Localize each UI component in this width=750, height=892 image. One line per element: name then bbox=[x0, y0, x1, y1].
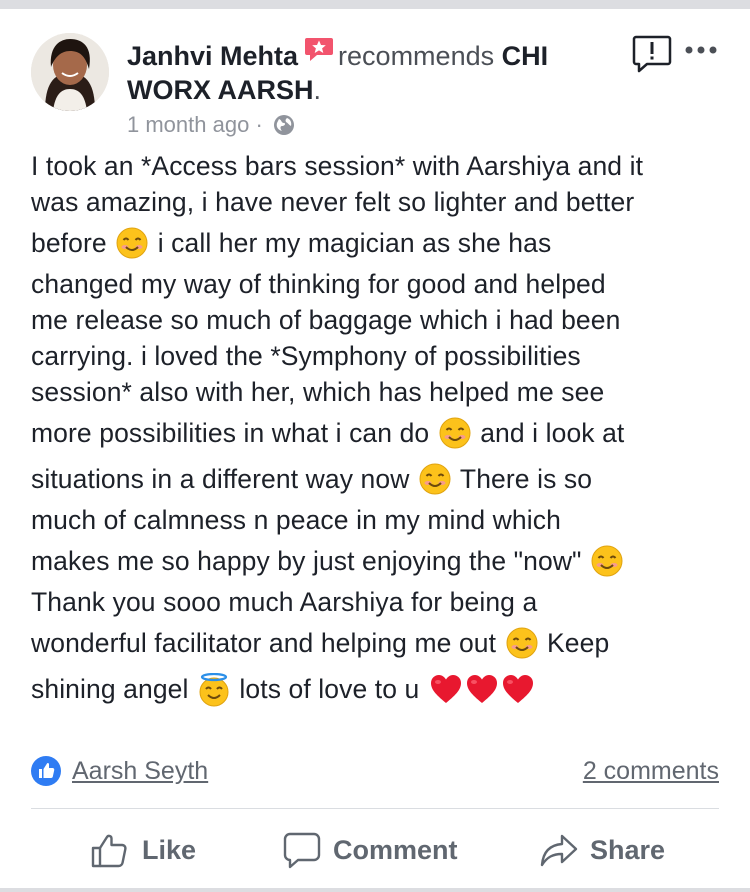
body-text: wonderful facilitator and helping me out bbox=[31, 628, 497, 658]
recommends-verb: recommends bbox=[338, 41, 495, 71]
body-text: There is so bbox=[459, 464, 593, 494]
body-line: carrying. i loved the *Symphony of possi… bbox=[31, 341, 581, 371]
body-line-group: wonderful facilitator and helping me out… bbox=[31, 620, 731, 666]
body-text: shining angel bbox=[31, 674, 189, 704]
body-text: Keep bbox=[547, 628, 610, 658]
meta-separator: · bbox=[255, 112, 263, 137]
post-body: I took an *Access bars session* with Aar… bbox=[31, 148, 731, 712]
actions-divider bbox=[31, 808, 719, 809]
body-line-group: before i call her my magician as she has bbox=[31, 220, 731, 266]
page-name-part1[interactable]: CHI bbox=[502, 41, 549, 71]
body-text: before bbox=[31, 228, 107, 258]
red-heart-emoji-icon bbox=[429, 673, 461, 705]
body-line: much of calmness n peace in my mind whic… bbox=[31, 505, 561, 535]
body-line-group: makes me so happy by just enjoying the "… bbox=[31, 538, 731, 584]
body-line: session* also with her, which has helped… bbox=[31, 377, 605, 407]
body-text: i call her my magician as she has bbox=[157, 228, 552, 258]
smiling-face-emoji-icon bbox=[439, 417, 471, 449]
share-label: Share bbox=[590, 834, 666, 865]
red-heart-emoji-icon bbox=[501, 673, 533, 705]
more-dots-icon[interactable] bbox=[684, 43, 718, 57]
page-name-punct: . bbox=[313, 75, 322, 105]
body-line: I took an *Access bars session* with Aar… bbox=[31, 151, 644, 181]
author-avatar[interactable] bbox=[31, 33, 109, 111]
body-text: and i look at bbox=[480, 418, 625, 448]
body-line: Thank you sooo much Aarshiya for being a bbox=[31, 587, 538, 617]
body-line-group: shining angel lots of love to u bbox=[31, 666, 731, 712]
top-separator bbox=[0, 0, 750, 9]
reactor-name-link[interactable]: Aarsh Seyth bbox=[72, 754, 208, 788]
bottom-separator bbox=[0, 888, 750, 892]
star-recommendation-icon bbox=[304, 36, 334, 62]
post-timestamp[interactable]: 1 month ago bbox=[127, 112, 249, 137]
author-name[interactable]: Janhvi Mehta bbox=[127, 41, 298, 71]
thumbs-up-outline-icon bbox=[91, 834, 127, 868]
share-button[interactable]: Share bbox=[540, 826, 665, 874]
comment-label: Comment bbox=[333, 834, 458, 865]
share-arrow-icon bbox=[540, 834, 578, 867]
smiling-face-emoji-icon bbox=[591, 545, 623, 577]
comment-button[interactable]: Comment bbox=[283, 826, 458, 874]
body-text: makes me so happy by just enjoying the "… bbox=[31, 546, 582, 576]
body-line: changed my way of thinking for good and … bbox=[31, 269, 606, 299]
red-heart-emoji-icon bbox=[465, 673, 497, 705]
body-line: was amazing, i have never felt so lighte… bbox=[31, 187, 635, 217]
body-line: me release so much of baggage which i ha… bbox=[31, 305, 621, 335]
smiling-face-emoji-icon bbox=[116, 227, 148, 259]
body-text: lots of love to u bbox=[239, 674, 420, 704]
comments-count-link[interactable]: 2 comments bbox=[583, 754, 719, 788]
like-button[interactable]: Like bbox=[90, 826, 196, 874]
body-text: more possibilities in what i can do bbox=[31, 418, 430, 448]
like-label: Like bbox=[142, 834, 197, 865]
post-header: Janhvi Mehta recommends CHI WORX AARSH. bbox=[127, 36, 607, 107]
thumbs-up-icon bbox=[31, 756, 61, 786]
body-line-group: situations in a different way now There … bbox=[31, 456, 731, 502]
halo-face-emoji-icon bbox=[198, 673, 230, 707]
body-text: situations in a different way now bbox=[31, 464, 410, 494]
smiling-face-emoji-icon bbox=[506, 627, 538, 659]
body-line-group: more possibilities in what i can do and … bbox=[31, 410, 731, 456]
globe-icon bbox=[273, 114, 295, 136]
report-exclamation-icon[interactable] bbox=[632, 34, 672, 74]
post-meta: 1 month ago · bbox=[127, 112, 295, 138]
smiling-face-emoji-icon bbox=[419, 463, 451, 495]
comment-bubble-icon bbox=[283, 832, 321, 869]
page-name-part2[interactable]: WORX AARSH bbox=[127, 75, 314, 105]
